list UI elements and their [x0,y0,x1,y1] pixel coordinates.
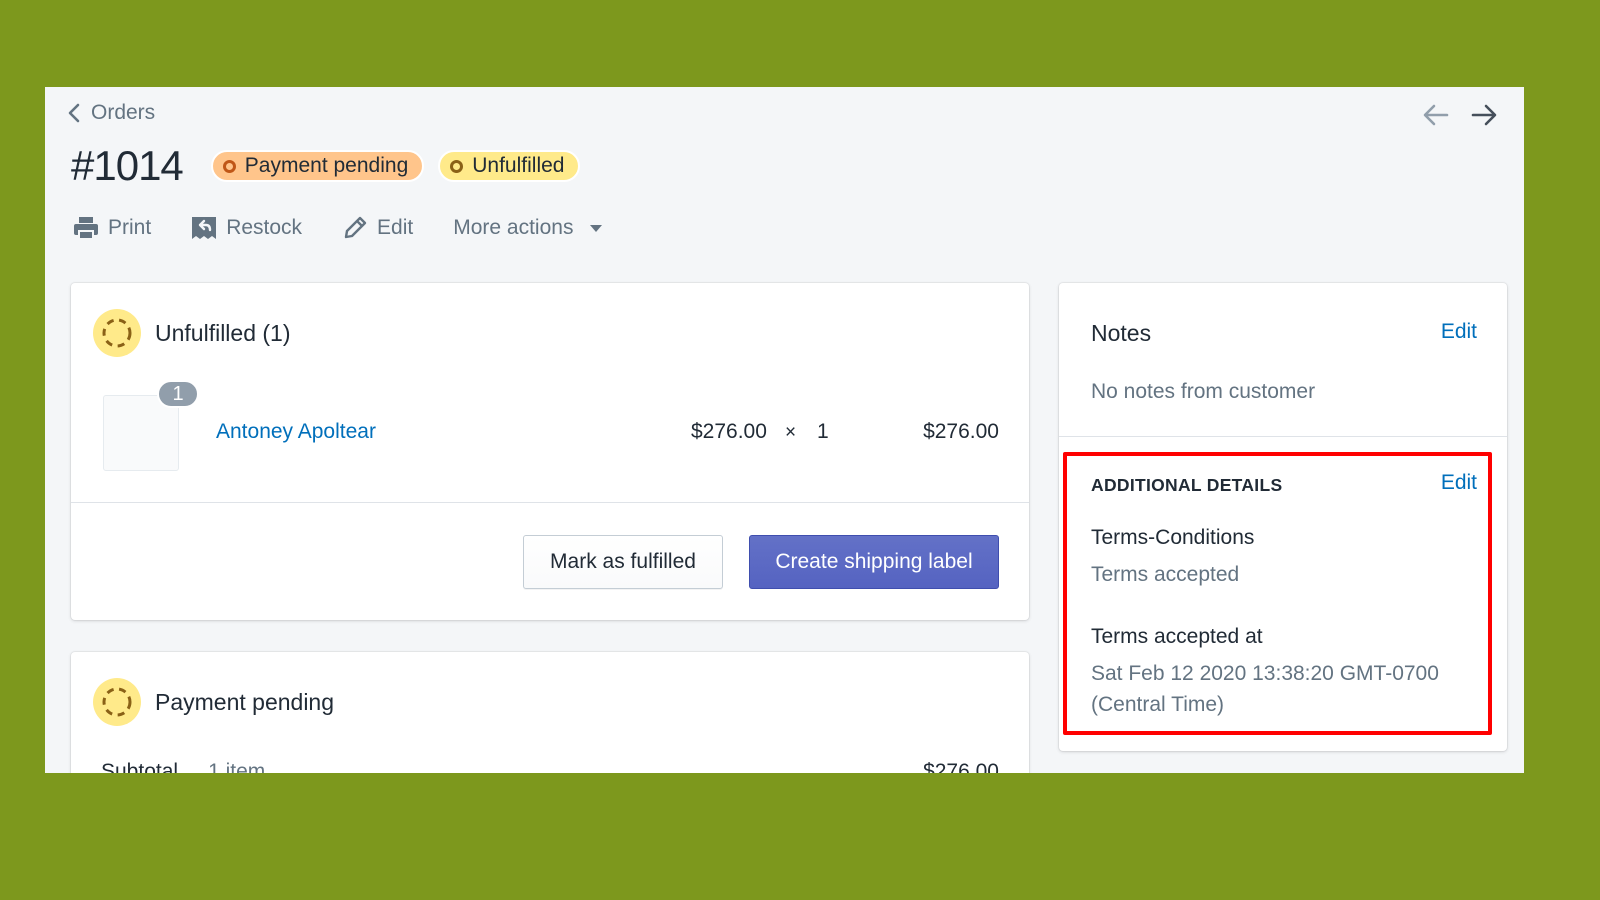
detail-value: Terms accepted [1091,563,1240,586]
unfulfilled-header: Unfulfilled (1) [93,309,291,357]
subtotal-row: Subtotal 1 item $276.00 [101,760,999,773]
divider [71,502,1029,503]
detail-value: Sat Feb 12 2020 13:38:20 GMT-0700 (Centr… [1091,662,1439,716]
unfulfilled-title: Unfulfilled (1) [155,319,291,346]
breadcrumb-back-orders[interactable]: Orders [67,101,155,125]
status-dot-icon [222,159,236,173]
chevron-left-icon [68,103,80,123]
badge-label: Unfulfilled [472,154,565,177]
subtotal-items: 1 item [208,760,266,773]
subtotal-label: Subtotal [101,760,179,773]
fulfillment-status-badge: Unfulfilled [438,150,581,182]
order-page: Orders #1014 Payment pending Unfulfilled… [45,87,1524,773]
caret-down-icon [590,224,603,232]
detail-label: Terms-Conditions [1091,526,1255,549]
breadcrumb-label: Orders [91,101,156,124]
order-title-row: #1014 Payment pending Unfulfilled [71,142,594,190]
print-button[interactable]: Print [73,215,151,241]
more-actions-dropdown[interactable]: More actions [453,216,603,240]
order-number: #1014 [71,142,184,189]
more-actions-label: More actions [453,216,574,239]
detail-label: Terms accepted at [1091,625,1263,648]
mark-as-fulfilled-button[interactable]: Mark as fulfilled [523,535,723,589]
additional-details-title: ADDITIONAL DETAILS [1091,475,1283,495]
edit-order-button[interactable]: Edit [342,215,413,241]
unfulfilled-card: Unfulfilled (1) 1 Antoney Apoltear $276.… [71,283,1029,620]
restock-icon [192,217,217,239]
line-quantity: 1 [817,420,829,443]
line-total: $276.00 [923,420,999,443]
notes-card: Notes Edit No notes from customer ADDITI… [1059,283,1507,751]
order-navigation [1422,102,1498,128]
arrow-left-icon[interactable] [1422,102,1450,128]
payment-title: Payment pending [155,688,335,715]
quantity-badge: 1 [157,380,199,408]
notes-edit-link[interactable]: Edit [1441,320,1477,344]
unit-price: $276.00 [691,420,767,443]
notes-title: Notes [1091,320,1152,346]
unfulfilled-status-icon [93,309,141,357]
printer-icon [74,217,98,240]
payment-status-icon [93,678,141,726]
payment-card: Payment pending Subtotal 1 item $276.00 [71,652,1029,773]
restock-button[interactable]: Restock [191,215,302,241]
pencil-icon [344,216,367,239]
status-dot-icon [450,159,464,173]
create-shipping-label-button[interactable]: Create shipping label [749,535,999,589]
payment-header: Payment pending [93,678,334,726]
restock-label: Restock [226,216,303,239]
order-actions: Print Restock Edit More actions [73,215,603,241]
divider [1059,436,1507,437]
notes-empty-text: No notes from customer [1091,380,1316,403]
times-sign: × [785,422,797,443]
additional-details-edit-link[interactable]: Edit [1441,471,1477,495]
subtotal-amount: $276.00 [923,760,999,773]
print-label: Print [108,216,152,239]
payment-status-badge: Payment pending [210,150,425,182]
product-link[interactable]: Antoney Apoltear [216,420,376,444]
badge-label: Payment pending [244,154,409,177]
arrow-right-icon[interactable] [1470,102,1498,128]
edit-label: Edit [377,216,414,239]
